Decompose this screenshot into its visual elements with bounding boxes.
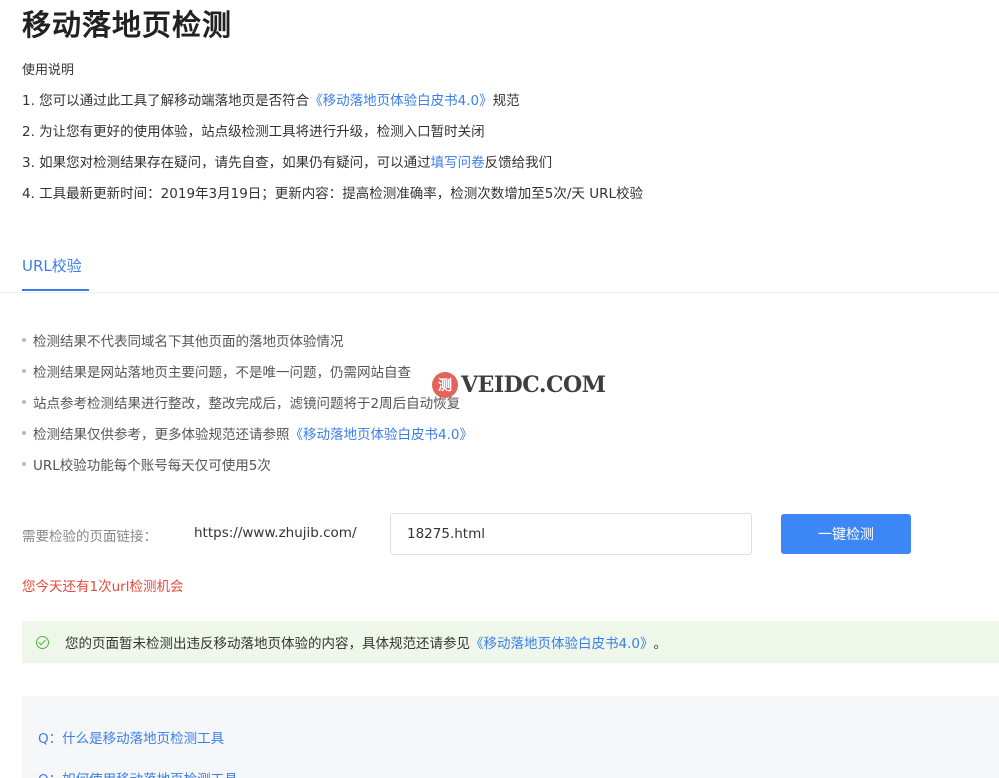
instructions-heading: 使用说明 (22, 63, 75, 78)
tab-url-check[interactable]: URL校验 (22, 255, 82, 276)
tab-bar: URL校验 (0, 248, 999, 293)
whitepaper-link-notes[interactable]: 《移动落地页体验白皮书4.0》 (290, 427, 473, 443)
note-text: 检测结果是网站落地页主要问题，不是唯一问题，仍需网站自查 (33, 365, 411, 381)
instruction-line-1: 1. 您可以通过此工具了解移动端落地页是否符合《移动落地页体验白皮书4.0》规范 (22, 89, 520, 109)
instruction-1-suffix: 规范 (492, 93, 520, 109)
note-item: 检测结果仅供参考，更多体验规范还请参照《移动落地页体验白皮书4.0》 (22, 423, 473, 454)
page: 移动落地页检测 使用说明 1. 您可以通过此工具了解移动端落地页是否符合《移动落… (0, 0, 999, 778)
result-suffix: 。 (653, 636, 667, 652)
faq-question-1[interactable]: Q：什么是移动落地页检测工具 (38, 727, 224, 747)
url-path-input[interactable] (390, 513, 752, 555)
note-text: 检测结果仅供参考，更多体验规范还请参照 (33, 427, 290, 443)
result-banner: 您的页面暂未检测出违反移动落地页体验的内容，具体规范还请参见 《移动落地页体验白皮… (22, 621, 999, 663)
note-text: 检测结果不代表同域名下其他页面的落地页体验情况 (33, 334, 344, 350)
instruction-3-text: 3. 如果您对检测结果存在疑问，请先自查，如果仍有疑问，可以通过 (22, 155, 431, 171)
result-text: 您的页面暂未检测出违反移动落地页体验的内容，具体规范还请参见 (65, 636, 470, 652)
page-title: 移动落地页检测 (22, 8, 233, 42)
bullet-dot (22, 369, 26, 373)
bullet-dot (22, 462, 26, 466)
check-button[interactable]: 一键检测 (781, 514, 911, 554)
faq-question-2[interactable]: Q：如何使用移动落地页检测工具 (38, 768, 238, 778)
instruction-3-suffix: 反馈给我们 (484, 155, 553, 171)
url-prefix: https://www.zhujib.com/ (194, 525, 357, 541)
bullet-dot (22, 431, 26, 435)
whitepaper-link-result[interactable]: 《移动落地页体验白皮书4.0》 (470, 632, 653, 652)
instruction-line-4: 4. 工具最新更新时间：2019年3月19日；更新内容：提高检测准确率，检测次数… (22, 186, 644, 202)
instruction-1-text: 1. 您可以通过此工具了解移动端落地页是否符合 (22, 93, 310, 109)
check-circle-icon (36, 635, 49, 649)
note-text: 站点参考检测结果进行整改，整改完成后，滤镜问题将于2周后自动恢复 (33, 396, 461, 412)
notes-list: 检测结果不代表同域名下其他页面的落地页体验情况 检测结果是网站落地页主要问题，不… (22, 330, 473, 485)
note-item: URL校验功能每个账号每天仅可使用5次 (22, 454, 473, 485)
bullet-dot (22, 338, 26, 342)
remaining-checks-notice: 您今天还有1次url检测机会 (22, 579, 184, 595)
note-text: URL校验功能每个账号每天仅可使用5次 (33, 458, 271, 474)
bullet-dot (22, 400, 26, 404)
faq-section: Q：什么是移动落地页检测工具 Q：如何使用移动落地页检测工具 (22, 696, 999, 778)
questionnaire-link[interactable]: 填写问卷 (431, 155, 485, 171)
whitepaper-link[interactable]: 《移动落地页体验白皮书4.0》 (309, 93, 492, 109)
instruction-line-3: 3. 如果您对检测结果存在疑问，请先自查，如果仍有疑问，可以通过填写问卷反馈给我… (22, 151, 552, 171)
url-field-label: 需要检验的页面链接： (22, 529, 157, 545)
note-item: 站点参考检测结果进行整改，整改完成后，滤镜问题将于2周后自动恢复 (22, 392, 473, 423)
instruction-line-2: 2. 为让您有更好的使用体验，站点级检测工具将进行升级，检测入口暂时关闭 (22, 124, 485, 140)
tab-active-indicator (22, 289, 89, 291)
note-item: 检测结果是网站落地页主要问题，不是唯一问题，仍需网站自查 (22, 361, 473, 392)
note-item: 检测结果不代表同域名下其他页面的落地页体验情况 (22, 330, 473, 361)
watermark-text: VEIDC.COM (461, 372, 606, 398)
